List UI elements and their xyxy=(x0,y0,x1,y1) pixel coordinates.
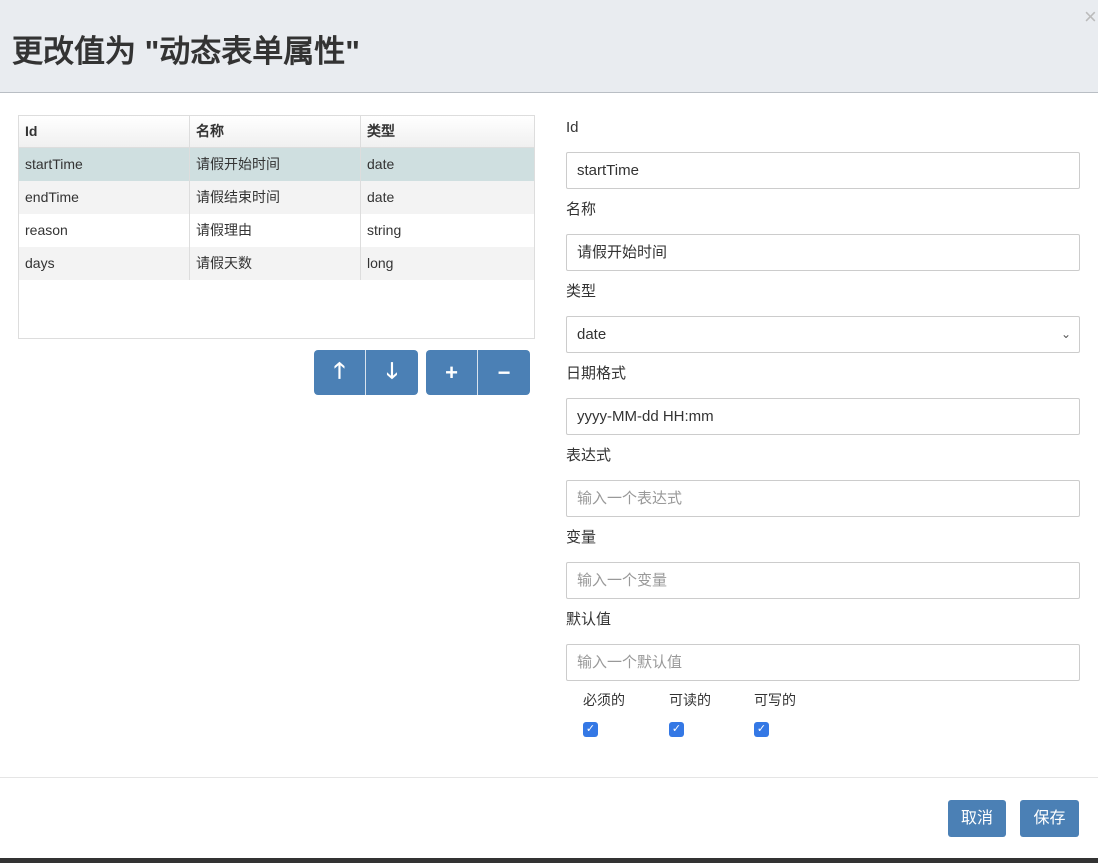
save-button[interactable]: 保存 xyxy=(1020,800,1079,837)
add-remove-button-group: + − xyxy=(426,350,530,395)
close-icon[interactable]: × xyxy=(1084,4,1098,30)
name-input[interactable]: 请假开始时间 xyxy=(566,234,1080,271)
variable-field-group: 变量 输入一个变量 xyxy=(566,528,1080,599)
name-field-group: 名称 请假开始时间 xyxy=(566,200,1080,271)
table-header: Id 名称 类型 xyxy=(19,116,534,148)
type-field-group: 类型 date ⌄ xyxy=(566,282,1080,353)
id-field-group: Id startTime xyxy=(566,118,1080,189)
column-header-type[interactable]: 类型 xyxy=(361,116,534,147)
column-header-name[interactable]: 名称 xyxy=(190,116,361,147)
move-down-button[interactable]: 🡓 xyxy=(366,350,418,395)
remove-button[interactable]: − xyxy=(478,350,530,395)
cell-name: 请假天数 xyxy=(190,247,361,280)
add-button[interactable]: + xyxy=(426,350,478,395)
cell-id: days xyxy=(19,247,190,280)
writable-label: 可写的 xyxy=(754,692,796,708)
writable-checkbox[interactable]: ✓ xyxy=(754,722,769,737)
arrow-down-icon: 🡓 xyxy=(386,357,398,383)
cell-type: long xyxy=(367,255,394,271)
readable-label: 可读的 xyxy=(669,692,711,708)
move-up-button[interactable]: 🡑 xyxy=(314,350,366,395)
name-label: 名称 xyxy=(566,201,597,218)
type-label: 类型 xyxy=(566,283,597,300)
chevron-down-icon: ⌄ xyxy=(1060,327,1071,341)
cell-name: 请假结束时间 xyxy=(190,181,361,214)
required-checkbox-group: 必须的 ✓ xyxy=(583,690,625,737)
required-label: 必须的 xyxy=(583,692,625,708)
date-format-field-group: 日期格式 yyyy-MM-dd HH:mm xyxy=(566,364,1080,435)
variable-input[interactable]: 输入一个变量 xyxy=(566,562,1080,599)
readable-checkbox[interactable]: ✓ xyxy=(669,722,684,737)
minus-icon: − xyxy=(497,359,511,385)
default-label: 默认值 xyxy=(566,611,612,628)
column-header-id[interactable]: Id xyxy=(19,116,190,147)
default-field-group: 默认值 输入一个默认值 xyxy=(566,610,1080,681)
expression-field-group: 表达式 输入一个表达式 xyxy=(566,446,1080,517)
table-row[interactable]: startTime 请假开始时间 date xyxy=(19,148,534,181)
cell-id: reason xyxy=(19,214,190,247)
properties-table: Id 名称 类型 startTime 请假开始时间 date endTime 请… xyxy=(18,115,535,339)
bottom-edge xyxy=(0,858,1098,863)
date-format-label: 日期格式 xyxy=(566,365,627,382)
cancel-button[interactable]: 取消 xyxy=(948,800,1006,837)
table-row[interactable]: endTime 请假结束时间 date xyxy=(19,181,534,214)
type-select[interactable]: date ⌄ xyxy=(566,316,1080,353)
table-row[interactable]: reason 请假理由 string xyxy=(19,214,534,247)
cell-name: 请假开始时间 xyxy=(190,148,361,181)
writable-checkbox-group: 可写的 ✓ xyxy=(754,690,796,737)
expression-input[interactable]: 输入一个表达式 xyxy=(566,480,1080,517)
id-label: Id xyxy=(566,119,579,136)
cell-name: 请假理由 xyxy=(190,214,361,247)
type-select-value: date xyxy=(577,326,607,343)
plus-icon: + xyxy=(445,359,458,385)
expression-label: 表达式 xyxy=(566,447,612,464)
cell-type: date xyxy=(367,189,395,205)
table-row[interactable]: days 请假天数 long xyxy=(19,247,534,280)
cell-type: date xyxy=(367,156,395,172)
dialog-header: 更改值为 "动态表单属性" × xyxy=(0,0,1098,93)
move-button-group: 🡑 🡓 xyxy=(314,350,418,395)
arrow-up-icon: 🡑 xyxy=(333,357,346,383)
date-format-input[interactable]: yyyy-MM-dd HH:mm xyxy=(566,398,1080,435)
default-input[interactable]: 输入一个默认值 xyxy=(566,644,1080,681)
dialog-title: 更改值为 "动态表单属性" xyxy=(12,34,361,69)
cell-type: string xyxy=(367,222,402,238)
footer-divider xyxy=(0,777,1098,778)
required-checkbox[interactable]: ✓ xyxy=(583,722,598,737)
variable-label: 变量 xyxy=(566,529,597,546)
cell-id: startTime xyxy=(19,148,190,181)
readable-checkbox-group: 可读的 ✓ xyxy=(669,690,711,737)
cell-id: endTime xyxy=(19,181,190,214)
id-input[interactable]: startTime xyxy=(566,152,1080,189)
